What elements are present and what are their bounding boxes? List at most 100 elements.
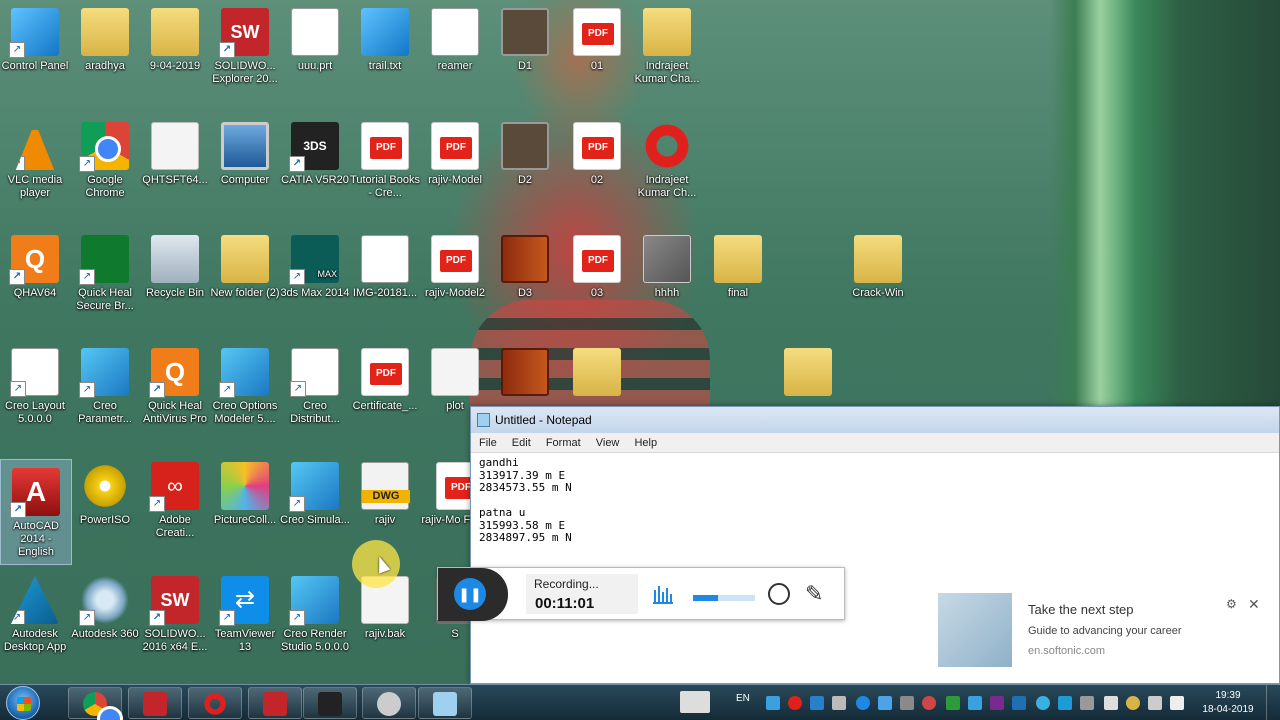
desktop-icon-poweriso[interactable]: PowerISO (70, 454, 140, 527)
notepad-text-area[interactable]: gandhi 313917.39 m E 2834573.55 m N patn… (471, 453, 1279, 549)
menu-edit[interactable]: Edit (512, 437, 531, 449)
desktop-icon-vlc[interactable]: VLC media player (0, 114, 70, 200)
desktop-icon-creo-distributed[interactable]: Creo Distribut... (280, 340, 350, 426)
gear-icon[interactable]: ⚙ (1226, 597, 1237, 611)
desktop-icon-control-panel[interactable]: Control Panel (0, 0, 70, 73)
desktop-icon-indrajeet-folder[interactable]: Indrajeet Kumar Cha... (632, 0, 702, 86)
speaker-icon[interactable] (1148, 696, 1162, 710)
clock[interactable]: 19:39 18-04-2019 (1196, 689, 1260, 717)
tray-icon-5[interactable] (856, 696, 870, 710)
tray-icon-3[interactable] (810, 696, 824, 710)
desktop-icon-creo-options-modeler[interactable]: Creo Options Modeler 5.... (210, 340, 280, 426)
onenote-icon[interactable] (990, 696, 1004, 710)
desktop-icon-9-04-2019[interactable]: 9-04-2019 (140, 0, 210, 73)
tray-icon-13[interactable] (1036, 696, 1050, 710)
desktop-icon-rajiv-model2[interactable]: PDF rajiv-Model2 (420, 227, 490, 300)
desktop-icon-autodesk-desktop-app[interactable]: Autodesk Desktop App (0, 568, 70, 654)
desktop-icon-hhhh[interactable]: hhhh (632, 227, 702, 300)
taskbar-chrome-button[interactable] (68, 687, 123, 720)
flag-icon[interactable] (1170, 696, 1184, 710)
tray-icon-7[interactable] (900, 696, 914, 710)
tray-icon-12[interactable] (1012, 696, 1026, 710)
desktop-icon-trail-txt[interactable]: trail.txt (350, 0, 420, 73)
desktop-icon-new-folder-2[interactable]: New folder (2) (210, 227, 280, 300)
desktop-icon-creo-render-studio[interactable]: Creo Render Studio 5.0.0.0 (280, 568, 350, 654)
desktop-icon-rajiv-dwg[interactable]: DWG rajiv (350, 454, 420, 527)
desktop-icon-solidworks-2016[interactable]: SW SOLIDWO... 2016 x64 E... (140, 568, 210, 654)
quick-heal-tray-icon[interactable] (946, 696, 960, 710)
pen-icon[interactable]: ✎ (805, 581, 823, 607)
desktop-icon-quick-heal-antivirus[interactable]: Q Quick Heal AntiVirus Pro (140, 340, 210, 426)
ad-title[interactable]: Take the next step (1028, 602, 1134, 617)
desktop-icon-rajiv-model-final[interactable]: PDF rajiv-Mo FINA (420, 454, 470, 527)
desktop-icon-teamviewer[interactable]: ⇄ TeamViewer 13 (210, 568, 280, 654)
pen-input-icon[interactable] (680, 691, 710, 713)
desktop-icon-01[interactable]: PDF 01 (562, 0, 632, 73)
menu-view[interactable]: View (596, 437, 620, 449)
desktop-icon-final[interactable]: final (703, 227, 773, 300)
volume-slider[interactable] (693, 595, 755, 601)
desktop-icon-door-file[interactable] (490, 340, 560, 400)
taskbar-catia-button[interactable] (303, 687, 357, 719)
desktop-icon-3ds-max[interactable]: MAX 3ds Max 2014 (280, 227, 350, 300)
desktop-icon-solidworks-explorer[interactable]: SW SOLIDWO... Explorer 20... (210, 0, 280, 86)
signal-icon[interactable] (832, 696, 846, 710)
desktop-icon-picturecollage[interactable]: PictureColl... (210, 454, 280, 527)
desktop-icon-img-20181[interactable]: IMG-20181... (350, 227, 420, 300)
opera-icon[interactable] (788, 696, 802, 710)
close-icon[interactable]: ✕ (1248, 596, 1260, 613)
desktop-icon-computer[interactable]: Computer (210, 114, 280, 187)
desktop-icon-d3[interactable]: D3 (490, 227, 560, 300)
taskbar-solidworks2016-button[interactable] (248, 687, 302, 719)
desktop-icon-plot[interactable]: plot (420, 340, 490, 413)
menu-format[interactable]: Format (546, 437, 581, 449)
desktop-icon-aradhya[interactable]: aradhya (70, 0, 140, 73)
desktop-icon-02[interactable]: PDF 02 (562, 114, 632, 187)
webcam-icon[interactable] (768, 583, 790, 605)
start-button[interactable] (6, 686, 40, 720)
tray-icon-10[interactable] (968, 696, 982, 710)
menu-file[interactable]: File (479, 437, 497, 449)
desktop-icon-d2[interactable]: D2 (490, 114, 560, 187)
desktop-icon-google-chrome[interactable]: Google Chrome (70, 114, 140, 200)
desktop-icon-qhtsft64[interactable]: QHTSFT64... (140, 114, 210, 187)
tray-icon-1[interactable] (766, 696, 780, 710)
desktop-icon-tutorial-books[interactable]: PDF Tutorial Books - Cre... (350, 114, 420, 200)
desktop-icon-crack-win[interactable]: Crack-Win (843, 227, 913, 300)
desktop-icon-recycle-bin[interactable]: Recycle Bin (140, 227, 210, 300)
desktop-icon-folder-right[interactable] (773, 340, 843, 400)
menu-help[interactable]: Help (634, 437, 657, 449)
ad-popup[interactable]: Take the next step Guide to advancing yo… (930, 587, 1275, 671)
language-indicator[interactable]: EN (736, 693, 750, 704)
battery-icon[interactable] (1104, 696, 1118, 710)
desktop-icon-uuu-prt[interactable]: uuu.prt (280, 0, 350, 73)
desktop-icon-rajiv-model[interactable]: PDF rajiv-Model (420, 114, 490, 187)
taskbar-notepad-button[interactable] (418, 687, 472, 719)
desktop-icon-qhav64[interactable]: Q QHAV64 (0, 227, 70, 300)
desktop-icon-catia[interactable]: 3DS CATIA V5R20 (280, 114, 350, 187)
autodesk-tray-icon[interactable] (1058, 696, 1072, 710)
desktop-icon-indrajeet-opera[interactable]: Indrajeet Kumar Ch... (632, 114, 702, 200)
tray-icon-17[interactable] (1126, 696, 1140, 710)
tray-icon-15[interactable] (1080, 696, 1094, 710)
taskbar-solidworks-button[interactable] (128, 687, 182, 719)
tray-icon-6[interactable] (878, 696, 892, 710)
desktop-icon-autocad[interactable]: A AutoCAD 2014 - English (0, 459, 72, 565)
desktop-icon-folder-row4[interactable] (562, 340, 632, 400)
pause-button[interactable]: ❚❚ (454, 578, 486, 610)
notepad-title-bar[interactable]: Untitled - Notepad (471, 407, 1279, 433)
taskbar-creo-button[interactable] (362, 687, 416, 719)
desktop-icon-creo-layout[interactable]: Creo Layout 5.0.0.0 (0, 340, 70, 426)
taskbar-opera-button[interactable] (188, 687, 242, 719)
desktop-icon-d1[interactable]: D1 (490, 0, 560, 73)
desktop-icon-autodesk-360[interactable]: Autodesk 360 (70, 568, 140, 641)
desktop-icon-reamer[interactable]: reamer (420, 0, 490, 73)
show-desktop-button[interactable] (1266, 685, 1280, 720)
desktop-icon-certificate[interactable]: PDF Certificate_... (350, 340, 420, 413)
desktop-icon-quick-heal-secure-browser[interactable]: Quick Heal Secure Br... (70, 227, 140, 313)
desktop-icon-creo-parametric[interactable]: Creo Parametr... (70, 340, 140, 426)
desktop-icon-adobe-creative[interactable]: ∞ Adobe Creati... (140, 454, 210, 540)
desktop-icon-03[interactable]: PDF 03 (562, 227, 632, 300)
desktop-icon-creo-simulate[interactable]: Creo Simula... (280, 454, 350, 527)
tray-icon-8[interactable] (922, 696, 936, 710)
